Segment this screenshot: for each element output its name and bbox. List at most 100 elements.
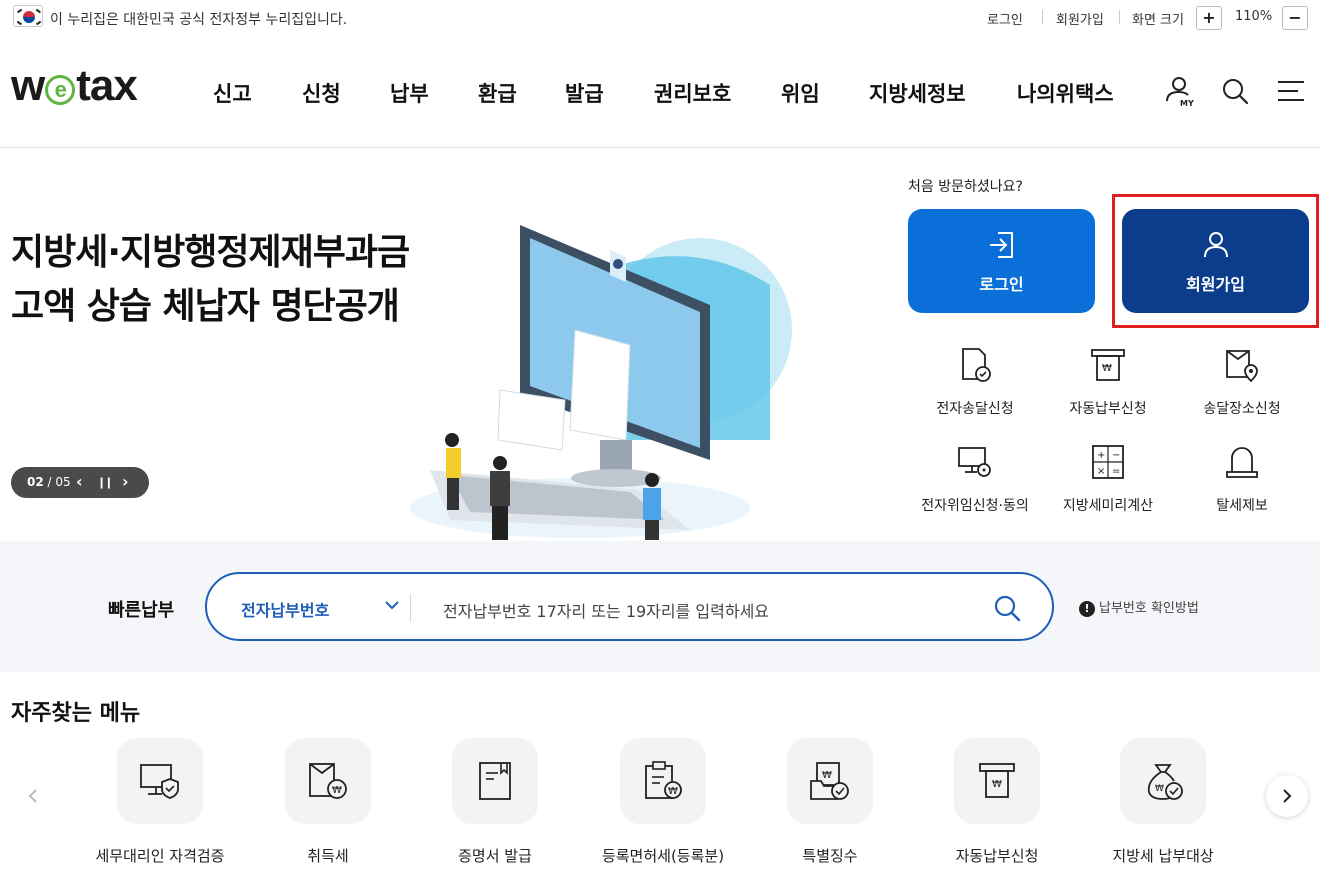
svg-text:₩: ₩ bbox=[1102, 363, 1112, 374]
zoom-out-button[interactable]: − bbox=[1282, 6, 1308, 30]
logo-tax: tax bbox=[76, 61, 138, 110]
money-bag-icon: ₩ bbox=[1147, 764, 1183, 800]
nav-refund[interactable]: 환급 bbox=[478, 78, 517, 108]
slide-prev-button[interactable]: ‹ bbox=[76, 471, 83, 493]
fav-tile-auto-payment[interactable]: ₩ bbox=[954, 738, 1040, 824]
auto-payment-icon[interactable]: ₩ bbox=[1088, 345, 1128, 385]
login-icon bbox=[990, 232, 1013, 258]
fav-tile-certificate[interactable] bbox=[452, 738, 538, 824]
delivery-location-icon[interactable] bbox=[1222, 345, 1262, 385]
signup-highlight-box bbox=[1112, 194, 1319, 328]
fav-tile-tax-payment-target[interactable]: ₩ bbox=[1120, 738, 1206, 824]
e-delivery-icon[interactable] bbox=[955, 345, 995, 385]
login-button[interactable]: 로그인 bbox=[908, 209, 1095, 313]
util-signup-link[interactable]: 회원가입 bbox=[1056, 9, 1104, 28]
hero-banner-title[interactable]: 지방세·지방행정제재부과금 고액 상습 체납자 명단공개 bbox=[11, 226, 410, 334]
header-divider bbox=[0, 147, 1320, 148]
nav-rights-protection[interactable]: 권리보호 bbox=[654, 78, 731, 108]
info-icon: ! bbox=[1079, 601, 1095, 617]
fav-tile-registration-tax[interactable]: ₩ bbox=[620, 738, 706, 824]
menu-icon[interactable] bbox=[1274, 74, 1308, 108]
quick-link-e-delegation[interactable]: 전자위임신청·동의 bbox=[905, 495, 1045, 515]
clipboard-won-icon: ₩ bbox=[645, 761, 682, 799]
slide-pause-button[interactable]: ❙❙ bbox=[97, 472, 114, 494]
my-badge: MY bbox=[1180, 99, 1194, 108]
svg-text:₩: ₩ bbox=[992, 779, 1002, 790]
quick-link-e-delivery[interactable]: 전자송달신청 bbox=[905, 398, 1045, 418]
help-link-label: 납부번호 확인방법 bbox=[1099, 601, 1199, 616]
payment-number-help-link[interactable]: ! 납부번호 확인방법 bbox=[1079, 597, 1199, 617]
svg-text:₩: ₩ bbox=[1155, 784, 1164, 794]
zoom-level: 110% bbox=[1235, 9, 1273, 24]
chevron-down-icon[interactable] bbox=[383, 596, 401, 614]
nav-local-tax-info[interactable]: 지방세정보 bbox=[869, 78, 966, 108]
hero-illustration bbox=[390, 190, 810, 540]
zoom-in-button[interactable]: + bbox=[1196, 6, 1222, 30]
svg-text:−: − bbox=[1112, 450, 1120, 461]
auto-payment-icon: ₩ bbox=[979, 763, 1015, 798]
logo-e: e bbox=[45, 75, 76, 105]
favorites-title: 자주찾는 메뉴 bbox=[11, 701, 141, 726]
svg-text:+: + bbox=[1097, 450, 1105, 461]
favorites-prev-button[interactable] bbox=[12, 775, 54, 817]
quick-pay-form: 전자납부번호 전자납부번호 17자리 또는 19자리를 입력하세요 bbox=[205, 572, 1054, 641]
svg-text:₩: ₩ bbox=[668, 786, 678, 797]
quick-link-tax-calculator[interactable]: 지방세미리계산 bbox=[1038, 495, 1178, 515]
fav-tile-agent-verify[interactable] bbox=[117, 738, 203, 824]
search-icon[interactable] bbox=[1218, 74, 1252, 108]
svg-text:₩: ₩ bbox=[332, 785, 342, 796]
favorites-next-button[interactable] bbox=[1266, 775, 1308, 817]
logo-w: w bbox=[11, 61, 45, 110]
slide-current: 02 bbox=[27, 475, 44, 489]
wetax-logo[interactable]: w e tax bbox=[11, 61, 138, 110]
svg-text:=: = bbox=[1112, 466, 1120, 477]
nav-apply[interactable]: 신청 bbox=[302, 78, 341, 108]
chevron-right-icon bbox=[1283, 789, 1292, 803]
fav-tile-acquisition-tax[interactable]: ₩ bbox=[285, 738, 371, 824]
nav-my-wetax[interactable]: 나의위택스 bbox=[1017, 78, 1114, 108]
font-size-label: 화면 크기 bbox=[1132, 13, 1184, 28]
calculator-icon[interactable]: + − × = bbox=[1088, 442, 1128, 482]
util-login-link[interactable]: 로그인 bbox=[987, 9, 1023, 28]
quick-link-auto-payment[interactable]: 자동납부신청 bbox=[1038, 398, 1178, 418]
hero-title-line2: 고액 상습 체납자 명단공개 bbox=[11, 286, 400, 327]
nav-issue[interactable]: 발급 bbox=[565, 78, 604, 108]
slide-next-button[interactable]: › bbox=[122, 471, 129, 493]
fav-tile-special-collection[interactable]: ₩ bbox=[787, 738, 873, 824]
fav-label-acquisition-tax[interactable]: 취득세 bbox=[243, 845, 413, 866]
svg-text:×: × bbox=[1097, 466, 1105, 477]
document-check-icon: ₩ bbox=[810, 762, 849, 800]
fav-label-special-collection[interactable]: 특별징수 bbox=[745, 845, 915, 866]
first-visit-text: 처음 방문하셨나요? bbox=[908, 179, 1023, 195]
gov-banner: 이 누리집은 대한민국 공식 전자정부 누리집입니다. 로그인 회원가입 화면 … bbox=[0, 0, 1320, 36]
korean-flag-icon bbox=[13, 5, 43, 27]
login-button-label: 로그인 bbox=[979, 275, 1024, 294]
fav-label-auto-payment[interactable]: 자동납부신청 bbox=[912, 845, 1082, 866]
divider bbox=[1042, 10, 1043, 24]
chevron-left-icon bbox=[28, 789, 37, 803]
my-page-icon[interactable]: MY bbox=[1162, 74, 1196, 108]
nav-report[interactable]: 신고 bbox=[213, 78, 252, 108]
search-icon[interactable] bbox=[991, 592, 1023, 624]
siren-icon[interactable] bbox=[1222, 442, 1262, 482]
e-delegation-icon[interactable] bbox=[955, 442, 995, 482]
slide-counter: 02 / 05 bbox=[27, 475, 71, 489]
quick-pay-section: 빠른납부 전자납부번호 전자납부번호 17자리 또는 19자리를 입력하세요 !… bbox=[0, 541, 1320, 672]
payment-number-input[interactable]: 전자납부번호 17자리 또는 19자리를 입력하세요 bbox=[443, 598, 769, 622]
fav-label-registration-tax[interactable]: 등록면허세(등록분) bbox=[578, 845, 748, 866]
slide-total: / 05 bbox=[47, 475, 71, 489]
svg-text:₩: ₩ bbox=[822, 770, 832, 781]
divider bbox=[410, 594, 411, 622]
nav-pay[interactable]: 납부 bbox=[390, 78, 429, 108]
fav-label-tax-payment-target[interactable]: 지방세 납부대상 bbox=[1078, 845, 1248, 866]
nav-delegation[interactable]: 위임 bbox=[781, 78, 820, 108]
hero-slider-control: 02 / 05 ‹ ❙❙ › bbox=[11, 467, 149, 498]
fav-label-certificate[interactable]: 증명서 발급 bbox=[410, 845, 580, 866]
fav-label-agent-verify[interactable]: 세무대리인 자격검증 bbox=[75, 845, 245, 866]
hero-title-line1: 지방세·지방행정제재부과금 bbox=[11, 232, 410, 273]
envelope-won-icon: ₩ bbox=[309, 763, 347, 799]
quick-link-tax-evasion-report[interactable]: 탈세제보 bbox=[1172, 495, 1312, 515]
divider bbox=[1119, 10, 1120, 24]
payment-type-select[interactable]: 전자납부번호 bbox=[241, 597, 329, 621]
quick-link-delivery-location[interactable]: 송달장소신청 bbox=[1172, 398, 1312, 418]
